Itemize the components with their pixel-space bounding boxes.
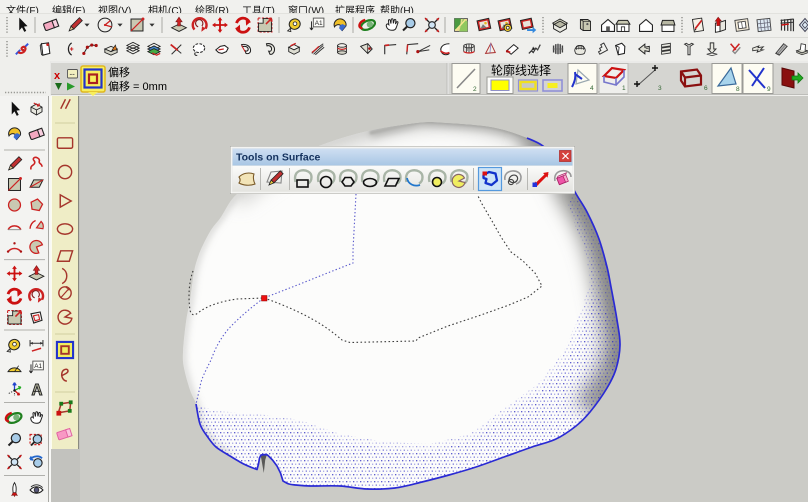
svg-text:x: x (54, 70, 61, 82)
svg-text:A1: A1 (315, 20, 323, 27)
svg-text:2: 2 (473, 86, 477, 93)
svg-text:轮廓线选择: 轮廓线选择 (491, 63, 551, 78)
svg-text:III: III (467, 47, 471, 52)
svg-text:偏移 = 0mm: 偏移 = 0mm (108, 79, 167, 93)
svg-text:Tools on Surface: Tools on Surface (236, 152, 321, 164)
svg-text:3: 3 (658, 85, 662, 92)
svg-text:6: 6 (704, 85, 708, 92)
svg-text:1: 1 (622, 85, 626, 92)
svg-text:偏移: 偏移 (108, 65, 130, 79)
svg-text:--: -- (70, 70, 76, 79)
svg-text:4: 4 (590, 85, 594, 92)
svg-text:A1: A1 (34, 363, 42, 370)
svg-text:8: 8 (736, 86, 740, 93)
svg-text:9: 9 (767, 86, 771, 93)
